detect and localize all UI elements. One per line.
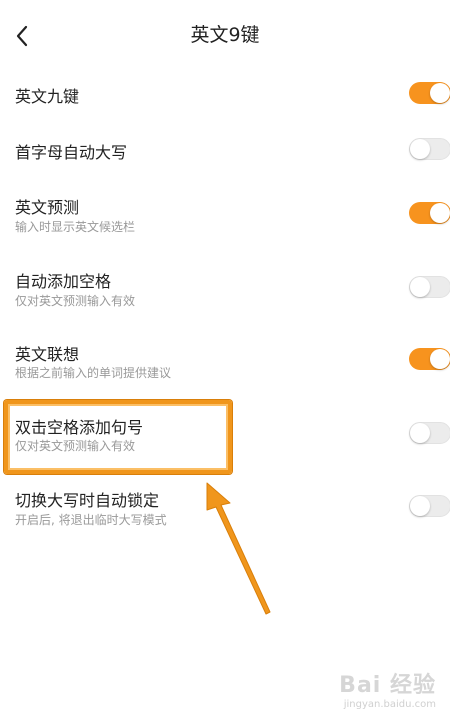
setting-title: 自动添加空格	[15, 272, 112, 291]
toggle-knob	[410, 496, 430, 516]
setting-row-english-nine-key: 英文九键	[0, 62, 450, 126]
setting-title: 双击空格添加句号	[15, 418, 144, 437]
setting-title: 切换大写时自动锁定	[15, 491, 160, 510]
setting-row-english-association: 英文联想 根据之前输入的单词提供建议	[0, 328, 450, 392]
setting-row-caps-lock: 切换大写时自动锁定 开启后, 将退出临时大写模式	[0, 474, 450, 538]
setting-subtitle: 开启后, 将退出临时大写模式	[15, 513, 167, 527]
setting-row-english-prediction: 英文预测 输入时显示英文候选栏	[0, 182, 450, 246]
header-bar: 英文9键	[0, 0, 450, 70]
setting-row-auto-capitalize: 首字母自动大写	[0, 118, 450, 182]
toggle-knob	[410, 139, 430, 159]
watermark-brand: Bai 经验	[339, 673, 436, 698]
toggle-knob	[410, 423, 430, 443]
setting-subtitle: 仅对英文预测输入有效	[15, 294, 136, 308]
watermark-logo: Bai 经验 jingyan.baidu.com	[339, 667, 436, 710]
setting-title: 英文联想	[15, 345, 80, 364]
page-title: 英文9键	[190, 24, 260, 46]
toggle-knob	[410, 277, 430, 297]
chevron-left-icon	[16, 25, 28, 47]
toggle-knob	[430, 203, 450, 223]
toggle-english-association[interactable]	[409, 348, 450, 370]
setting-title: 英文预测	[15, 198, 80, 217]
watermark-url: jingyan.baidu.com	[343, 699, 436, 710]
setting-row-auto-space: 自动添加空格 仅对英文预测输入有效	[0, 254, 450, 318]
setting-subtitle: 仅对英文预测输入有效	[15, 439, 136, 453]
setting-title: 首字母自动大写	[15, 143, 128, 162]
toggle-english-nine-key[interactable]	[409, 82, 450, 104]
setting-subtitle: 根据之前输入的单词提供建议	[15, 366, 172, 380]
setting-title: 英文九键	[15, 87, 80, 106]
toggle-auto-space[interactable]	[409, 276, 450, 298]
toggle-auto-capitalize[interactable]	[409, 138, 450, 160]
toggle-english-prediction[interactable]	[409, 202, 450, 224]
toggle-knob	[430, 349, 450, 369]
setting-row-double-space-period: 双击空格添加句号 仅对英文预测输入有效	[0, 402, 450, 466]
setting-subtitle: 输入时显示英文候选栏	[15, 220, 136, 234]
toggle-double-space-period[interactable]	[409, 422, 450, 444]
back-button[interactable]	[6, 18, 38, 54]
toggle-caps-lock[interactable]	[409, 495, 450, 517]
toggle-knob	[430, 83, 450, 103]
